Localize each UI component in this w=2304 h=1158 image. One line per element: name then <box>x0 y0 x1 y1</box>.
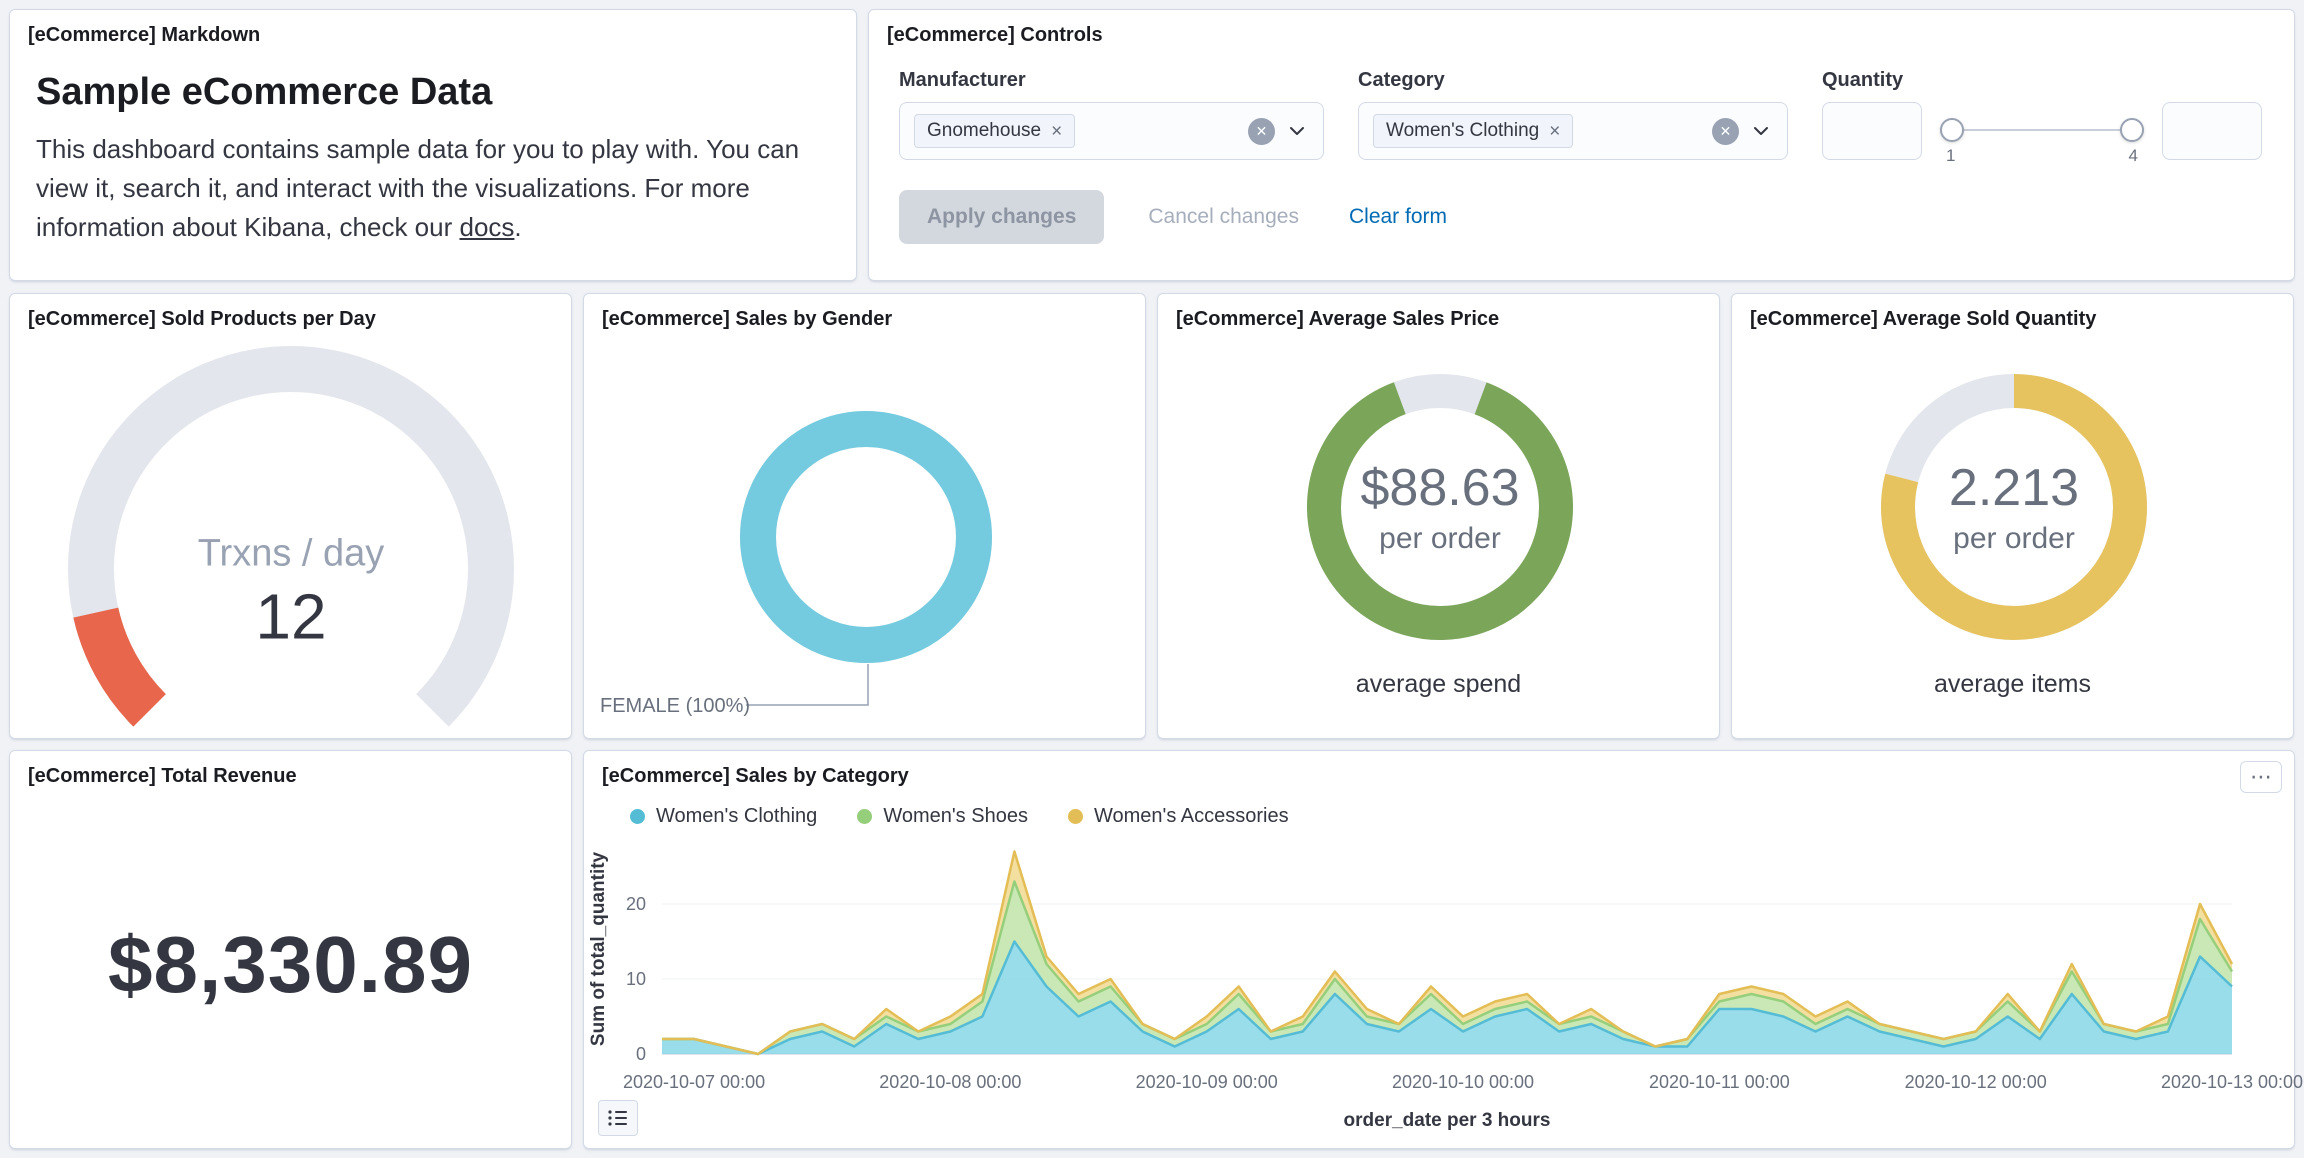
panel-title: [eCommerce] Sold Products per Day <box>10 294 571 331</box>
list-icon <box>607 1108 629 1128</box>
category-label: Category <box>1358 69 1788 92</box>
legend-toggle-button[interactable] <box>598 1100 638 1136</box>
x-tick-label: 2020-10-08 00:00 <box>879 1072 1021 1092</box>
category-combobox[interactable]: Women's Clothing × ✕ <box>1358 102 1788 160</box>
legend-item-women-s-accessories[interactable]: Women's Accessories <box>1068 805 1289 828</box>
legend-item-women-s-shoes[interactable]: Women's Shoes <box>857 805 1028 828</box>
slider-min-label: 1 <box>1946 146 1955 166</box>
panel-options-button[interactable]: ⋯ <box>2240 761 2282 793</box>
legend-label: Women's Accessories <box>1094 805 1289 828</box>
docs-link[interactable]: docs <box>459 212 514 242</box>
panel-title: [eCommerce] Sales by Category <box>584 751 927 788</box>
avg-price-caption: average spend <box>1158 670 1719 699</box>
panel-average-sold-quantity: [eCommerce] Average Sold Quantity 2.213 … <box>1731 293 2294 739</box>
manufacturer-selected-value: Gnomehouse <box>927 120 1041 142</box>
cancel-changes-button[interactable]: Cancel changes <box>1142 204 1305 230</box>
y-tick-label: 10 <box>626 969 646 989</box>
panel-total-revenue: [eCommerce] Total Revenue $8,330.89 <box>9 750 572 1149</box>
legend-dot <box>857 809 872 824</box>
gender-slice[interactable] <box>758 429 974 645</box>
slider-handle-max[interactable] <box>2120 118 2144 142</box>
legend-dot <box>1068 809 1083 824</box>
panel-title: [eCommerce] Average Sales Price <box>1158 294 1719 331</box>
remove-selection-icon[interactable]: × <box>1051 122 1062 141</box>
chevron-down-icon[interactable] <box>1749 119 1773 143</box>
x-tick-label: 2020-10-12 00:00 <box>1905 1072 2047 1092</box>
panel-average-sales-price: [eCommerce] Average Sales Price $88.63 p… <box>1157 293 1720 739</box>
avg-price-goal-chart[interactable] <box>1158 347 1721 659</box>
x-tick-label: 2020-10-09 00:00 <box>1136 1072 1278 1092</box>
legend-label: Women's Clothing <box>656 805 817 828</box>
markdown-text: This dashboard contains sample data for … <box>36 134 799 242</box>
panel-title: [eCommerce] Average Sold Quantity <box>1732 294 2293 331</box>
legend-label: Women's Shoes <box>883 805 1028 828</box>
legend-dot <box>630 809 645 824</box>
panel-sales-by-gender: [eCommerce] Sales by Gender FEMALE (100%… <box>583 293 1146 739</box>
dashboard: [eCommerce] Markdown Sample eCommerce Da… <box>0 0 2304 1158</box>
gender-slice-label: FEMALE (100%) <box>600 695 750 717</box>
panel-title: [eCommerce] Total Revenue <box>10 751 571 788</box>
panel-sold-products-per-day: [eCommerce] Sold Products per Day Trxns … <box>9 293 572 739</box>
gender-donut-chart[interactable]: FEMALE (100%) <box>584 345 1147 741</box>
slider-max-label: 4 <box>2129 146 2138 166</box>
panel-sales-by-category: [eCommerce] Sales by Category ⋯ Women's … <box>583 750 2295 1149</box>
category-control: Category Women's Clothing × ✕ <box>1358 55 1788 166</box>
quantity-control: Quantity 1 4 <box>1822 55 2262 166</box>
clear-selection-button[interactable]: ✕ <box>1248 118 1275 145</box>
controls-content: Manufacturer Gnomehouse × ✕ C <box>869 47 2294 244</box>
chevron-down-icon[interactable] <box>1285 119 1309 143</box>
avg-qty-caption: average items <box>1732 670 2293 699</box>
y-axis-title: Sum of total_quantity <box>588 851 609 1046</box>
y-tick-label: 0 <box>636 1044 646 1064</box>
quantity-min-input[interactable] <box>1822 102 1922 160</box>
x-tick-label: 2020-10-11 00:00 <box>1649 1072 1790 1092</box>
chart-legend: Women's Clothing Women's Shoes Women's Acc… <box>630 805 2294 828</box>
x-axis-title: order_date per 3 hours <box>1344 1110 1551 1131</box>
total-revenue-value: $8,330.89 <box>108 919 473 1011</box>
markdown-body: This dashboard contains sample data for … <box>36 130 830 247</box>
gauge-track-arc <box>91 369 491 710</box>
gauge-value-arc <box>96 613 150 711</box>
panel-title: [eCommerce] Controls <box>869 10 2294 47</box>
markdown-heading: Sample eCommerce Data <box>36 71 830 114</box>
slice-label-connector <box>746 664 868 705</box>
category-selected-pill[interactable]: Women's Clothing × <box>1373 114 1573 148</box>
x-tick-label: 2020-10-07 00:00 <box>623 1072 765 1092</box>
category-selected-value: Women's Clothing <box>1386 120 1539 142</box>
manufacturer-label: Manufacturer <box>899 69 1324 92</box>
manufacturer-combobox[interactable]: Gnomehouse × ✕ <box>899 102 1324 160</box>
manufacturer-selected-pill[interactable]: Gnomehouse × <box>914 114 1075 148</box>
x-tick-label: 2020-10-10 00:00 <box>1392 1072 1534 1092</box>
panel-title: [eCommerce] Markdown <box>10 10 856 47</box>
clear-form-button[interactable]: Clear form <box>1343 204 1453 230</box>
panel-controls: [eCommerce] Controls Manufacturer Gnomeh… <box>868 9 2295 281</box>
quantity-max-input[interactable] <box>2162 102 2262 160</box>
sales-by-category-area-chart[interactable]: 0 10 20 2020-10-07 00:00 2020-10-08 00:00 202… <box>584 832 2284 1136</box>
goal-gauge-chart[interactable] <box>10 331 573 733</box>
panel-markdown: [eCommerce] Markdown Sample eCommerce Da… <box>9 9 857 281</box>
slider-track <box>1944 129 2140 131</box>
panel-title: [eCommerce] Sales by Gender <box>584 294 1145 331</box>
quantity-range-slider[interactable]: 1 4 <box>1940 102 2144 166</box>
x-tick-label: 2020-10-13 00:00 <box>2161 1072 2303 1092</box>
markdown-text-after: . <box>514 212 521 242</box>
apply-changes-button[interactable]: Apply changes <box>899 190 1104 244</box>
legend-item-women-s-clothing[interactable]: Women's Clothing <box>630 805 817 828</box>
quantity-label: Quantity <box>1822 69 2262 92</box>
y-tick-label: 20 <box>626 894 646 914</box>
slider-handle-min[interactable] <box>1940 118 1964 142</box>
avg-qty-goal-chart[interactable] <box>1732 347 2295 659</box>
markdown-content: Sample eCommerce Data This dashboard con… <box>10 47 856 247</box>
area-band-women-s-clothing[interactable] <box>662 942 2232 1055</box>
remove-selection-icon[interactable]: × <box>1549 122 1560 141</box>
clear-selection-button[interactable]: ✕ <box>1712 118 1739 145</box>
manufacturer-control: Manufacturer Gnomehouse × ✕ <box>899 55 1324 166</box>
